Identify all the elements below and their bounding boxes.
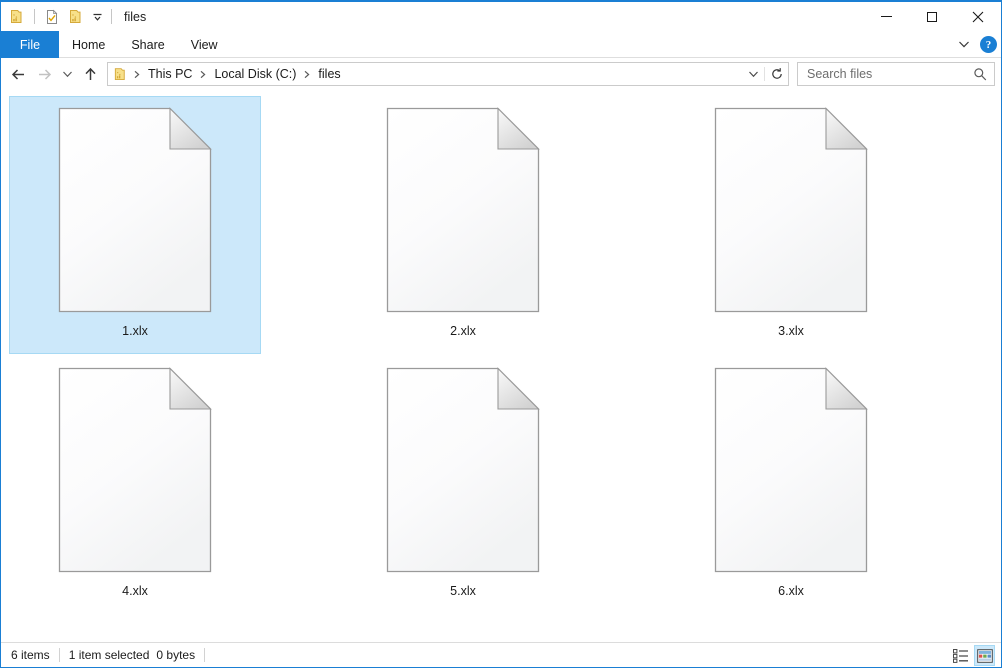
folder-icon[interactable]	[113, 67, 128, 82]
breadcrumb-separator[interactable]	[130, 70, 144, 79]
file-tile[interactable]: 3.xlx	[665, 96, 917, 354]
window-controls	[863, 2, 1001, 31]
quick-access-separator-1	[34, 9, 35, 24]
refresh-button[interactable]	[764, 67, 788, 81]
new-folder-icon[interactable]	[65, 6, 87, 28]
address-bar[interactable]: This PC Local Disk (C:) files	[107, 62, 789, 86]
blank-document-icon	[385, 106, 541, 314]
quick-access-separator-2	[111, 9, 112, 24]
file-name-label: 3.xlx	[778, 324, 804, 338]
blank-document-icon	[57, 366, 213, 574]
help-icon[interactable]: ?	[980, 36, 997, 53]
chevron-down-icon[interactable]	[89, 7, 105, 27]
navigation-bar: This PC Local Disk (C:) files	[1, 58, 1001, 90]
breadcrumb-separator[interactable]	[300, 70, 314, 79]
file-tile[interactable]: 1.xlx	[9, 96, 261, 354]
forward-button[interactable]	[31, 61, 57, 87]
item-count-label: 6 items	[11, 648, 50, 662]
tab-share[interactable]: Share	[118, 31, 177, 58]
search-input[interactable]	[805, 66, 970, 82]
chevron-down-icon	[748, 71, 758, 77]
properties-icon[interactable]	[41, 6, 63, 28]
status-separator	[204, 648, 206, 662]
details-view-icon	[952, 648, 968, 663]
file-tile[interactable]: 4.xlx	[9, 356, 261, 614]
arrow-left-icon	[11, 68, 24, 80]
blank-document-icon	[385, 366, 541, 574]
quick-access-toolbar: files	[1, 6, 146, 28]
chevron-down-icon[interactable]	[954, 34, 974, 56]
view-toggle-group	[950, 643, 995, 668]
tab-view[interactable]: View	[178, 31, 231, 58]
file-tile[interactable]: 2.xlx	[337, 96, 589, 354]
file-name-label: 1.xlx	[122, 324, 148, 338]
tab-file[interactable]: File	[1, 31, 59, 58]
recent-locations-button[interactable]	[57, 61, 77, 87]
large-icons-view-icon	[976, 648, 993, 663]
maximize-icon	[927, 11, 937, 22]
address-bar-buttons	[742, 67, 788, 81]
title-bar: files	[1, 2, 1001, 31]
breadcrumb-item-local-disk[interactable]: Local Disk (C:)	[210, 65, 300, 83]
file-name-label: 6.xlx	[778, 584, 804, 598]
tab-home[interactable]: Home	[59, 31, 118, 58]
selection-count-label: 1 item selected	[68, 648, 150, 662]
details-view-button[interactable]	[950, 645, 971, 666]
minimize-button[interactable]	[863, 2, 909, 31]
file-tile[interactable]: 5.xlx	[337, 356, 589, 614]
large-icons-view-button[interactable]	[974, 645, 995, 666]
breadcrumb: This PC Local Disk (C:) files	[108, 65, 742, 83]
breadcrumb-item-this-pc[interactable]: This PC	[144, 65, 196, 83]
maximize-button[interactable]	[909, 2, 955, 31]
explorer-window: files File Home Share View ? This PC Loc…	[0, 0, 1002, 668]
minimize-icon	[880, 16, 892, 17]
search-box[interactable]	[797, 62, 995, 86]
blank-document-icon	[713, 366, 869, 574]
up-button[interactable]	[77, 61, 103, 87]
file-name-label: 2.xlx	[450, 324, 476, 338]
ribbon-controls: ?	[954, 31, 997, 58]
search-icon[interactable]	[970, 64, 990, 84]
status-separator	[58, 648, 60, 662]
file-grid: 1.xlx 2.xlx 3.xlx 4.xlx 5.xlx 6.xlx	[9, 96, 1001, 616]
blank-document-icon	[713, 106, 869, 314]
blank-document-icon	[57, 106, 213, 314]
arrow-right-icon	[38, 68, 51, 80]
previous-locations-button[interactable]	[742, 67, 764, 81]
refresh-icon	[771, 68, 782, 79]
back-button[interactable]	[5, 61, 31, 87]
arrow-up-icon	[84, 67, 96, 80]
close-icon	[972, 11, 984, 22]
ribbon-tab-bar: File Home Share View ?	[1, 31, 1001, 58]
selection-size-label: 0 bytes	[156, 648, 196, 662]
chevron-down-icon	[62, 71, 72, 77]
file-name-label: 5.xlx	[450, 584, 476, 598]
status-bar: 6 items 1 item selected 0 bytes	[1, 642, 1001, 667]
window-title: files	[124, 9, 147, 24]
folder-icon[interactable]	[6, 6, 28, 28]
breadcrumb-item-files[interactable]: files	[314, 65, 344, 83]
close-button[interactable]	[955, 2, 1001, 31]
file-list-view[interactable]: 1.xlx 2.xlx 3.xlx 4.xlx 5.xlx 6.xlx	[1, 90, 1001, 642]
file-tile[interactable]: 6.xlx	[665, 356, 917, 614]
breadcrumb-separator[interactable]	[196, 70, 210, 79]
file-name-label: 4.xlx	[122, 584, 148, 598]
